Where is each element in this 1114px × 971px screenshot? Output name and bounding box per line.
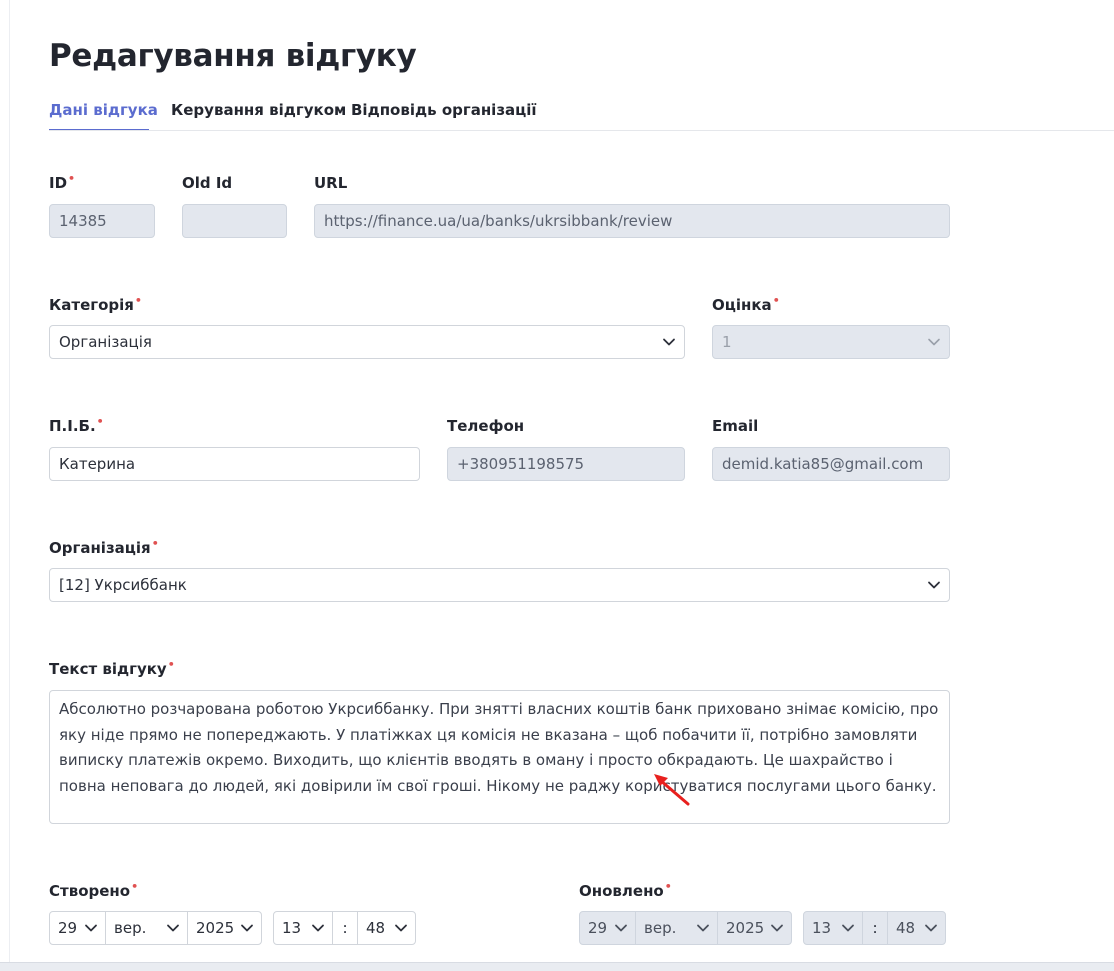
chevron-down-icon xyxy=(927,578,941,592)
id-field[interactable]: 14385 xyxy=(49,204,155,238)
created-time-separator: : xyxy=(333,911,357,945)
chevron-down-icon xyxy=(770,921,784,935)
required-mark: • xyxy=(68,172,76,185)
name-label: П.І.Б.• xyxy=(49,415,104,435)
created-month-select[interactable]: вер. xyxy=(105,911,188,945)
organization-value: [12] Укрсиббанк xyxy=(59,576,187,594)
required-mark: • xyxy=(151,537,159,550)
rating-select[interactable]: 1 xyxy=(712,325,950,359)
created-datetime: 29 вер. 2025 13 : 48 xyxy=(49,911,416,945)
chevron-down-icon xyxy=(240,921,254,935)
category-select[interactable]: Організація xyxy=(49,325,685,359)
chevron-down-icon xyxy=(84,921,98,935)
chevron-down-icon xyxy=(696,921,710,935)
chevron-down-icon xyxy=(924,921,938,935)
name-input[interactable]: Катерина xyxy=(49,447,420,481)
organization-label: Організація• xyxy=(49,537,159,557)
created-hour-select[interactable]: 13 xyxy=(273,911,333,945)
url-field[interactable]: https://finance.ua/ua/banks/ukrsibbank/r… xyxy=(314,204,950,238)
phone-field[interactable]: +380951198575 xyxy=(447,447,685,481)
page-title: Редагування відгуку xyxy=(49,38,417,74)
red-arrow-icon xyxy=(654,774,690,806)
url-label: URL xyxy=(314,174,348,192)
updated-month-select[interactable]: вер. xyxy=(635,911,718,945)
rating-label: Оцінка• xyxy=(712,294,780,314)
chevron-down-icon xyxy=(927,335,941,349)
category-value: Організація xyxy=(59,333,152,351)
updated-minute-select[interactable]: 48 xyxy=(887,911,946,945)
bottom-scroll-strip xyxy=(0,962,1114,971)
updated-hour-select[interactable]: 13 xyxy=(803,911,863,945)
required-mark: • xyxy=(664,880,672,893)
required-mark: • xyxy=(167,658,175,671)
chevron-down-icon xyxy=(614,921,628,935)
old-id-field[interactable] xyxy=(182,204,287,238)
organization-select[interactable]: [12] Укрсиббанк xyxy=(49,568,950,602)
updated-year-select[interactable]: 2025 xyxy=(717,911,792,945)
tabs-divider xyxy=(49,130,1114,131)
chevron-down-icon xyxy=(394,921,408,935)
updated-datetime: 29 вер. 2025 13 : 48 xyxy=(579,911,946,945)
email-label: Email xyxy=(712,417,759,435)
email-field[interactable]: demid.katia85@gmail.com xyxy=(712,447,950,481)
category-label: Категорія• xyxy=(49,294,142,314)
review-text-area[interactable]: Абсолютно розчарована роботою Укрсиббанк… xyxy=(49,690,950,824)
created-year-select[interactable]: 2025 xyxy=(187,911,262,945)
tab-organization-reply[interactable]: Відповідь організації xyxy=(351,98,537,131)
rating-value: 1 xyxy=(722,333,732,351)
chevron-down-icon xyxy=(311,921,325,935)
phone-label: Телефон xyxy=(447,417,525,435)
chevron-down-icon xyxy=(662,335,676,349)
review-text-label: Текст відгуку• xyxy=(49,658,175,678)
old-id-label: Old Id xyxy=(182,174,233,192)
required-mark: • xyxy=(134,294,142,307)
updated-day-select[interactable]: 29 xyxy=(579,911,636,945)
tab-review-management[interactable]: Керування відгуком xyxy=(171,98,346,131)
id-label: ID• xyxy=(49,172,76,192)
left-border xyxy=(9,0,10,962)
required-mark: • xyxy=(131,880,139,893)
required-mark: • xyxy=(772,294,780,307)
updated-label: Оновлено• xyxy=(579,880,672,900)
created-day-select[interactable]: 29 xyxy=(49,911,106,945)
tab-review-data[interactable]: Дані відгука xyxy=(49,98,158,131)
chevron-down-icon xyxy=(166,921,180,935)
created-minute-select[interactable]: 48 xyxy=(357,911,416,945)
created-label: Створено• xyxy=(49,880,139,900)
chevron-down-icon xyxy=(841,921,855,935)
required-mark: • xyxy=(96,415,104,428)
updated-time-separator: : xyxy=(863,911,887,945)
